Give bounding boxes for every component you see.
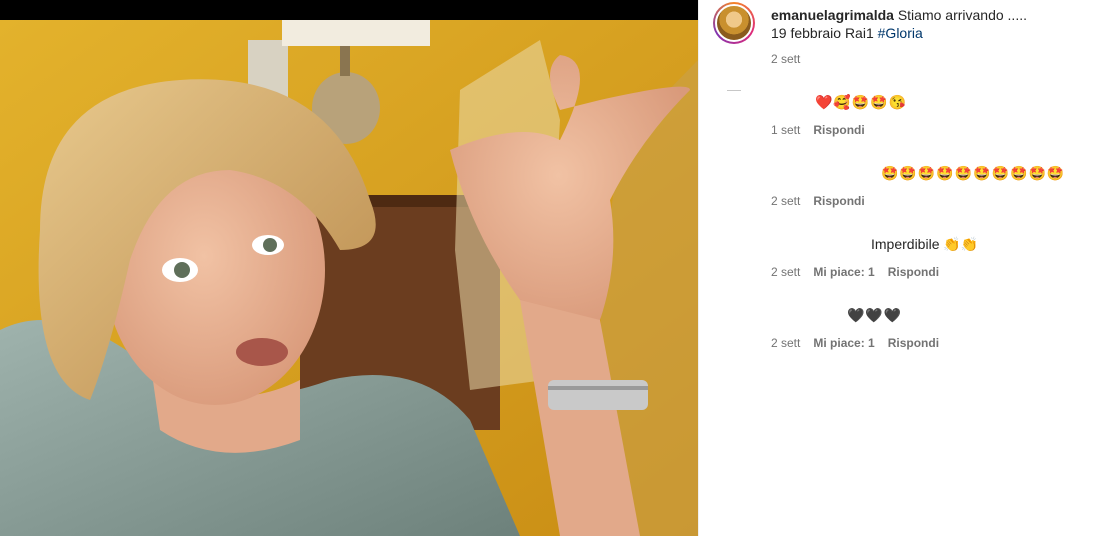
comment-4-time[interactable]: 2 sett: [771, 336, 800, 350]
post-time[interactable]: 2 sett: [771, 52, 800, 66]
comment-3-likes[interactable]: Mi piace: 1: [813, 265, 874, 279]
comment-3-time[interactable]: 2 sett: [771, 265, 800, 279]
comment-2-reply-button[interactable]: Rispondi: [813, 194, 864, 208]
caption-line-2: 19 febbraio Rai1: [771, 25, 874, 41]
selfie-photo-illustration: [0, 20, 698, 536]
profile-avatar-ring[interactable]: [713, 2, 755, 44]
caption-hashtag[interactable]: #Gloria: [878, 25, 923, 41]
comment-2-text: 🤩🤩🤩🤩🤩🤩🤩🤩🤩🤩: [881, 165, 1066, 181]
comment-1-time[interactable]: 1 sett: [771, 123, 800, 137]
comment-4-likes[interactable]: Mi piace: 1: [813, 336, 874, 350]
comment-1-meta: 1 sett Rispondi: [771, 123, 865, 137]
comment-1-reply-button[interactable]: Rispondi: [813, 123, 864, 137]
comment-2-time[interactable]: 2 sett: [771, 194, 800, 208]
post-meta: 2 sett: [771, 52, 800, 66]
comment-4-meta: 2 sett Mi piace: 1 Rispondi: [771, 336, 939, 350]
comment-1-text: ❤️🥰🤩🤩😘: [815, 94, 908, 110]
post-photo[interactable]: [0, 0, 698, 536]
post-caption: emanuelagrimalda Stiamo arrivando ..... …: [771, 6, 1091, 42]
comment-3-meta: 2 sett Mi piace: 1 Rispondi: [771, 265, 939, 279]
comments-panel: emanuelagrimalda Stiamo arrivando ..... …: [698, 0, 1100, 536]
caption-line-1: Stiamo arrivando .....: [897, 7, 1027, 23]
comment-2-meta: 2 sett Rispondi: [771, 194, 865, 208]
profile-avatar[interactable]: [715, 4, 753, 42]
comment-3-text: Imperdibile 👏👏: [871, 236, 979, 252]
comment-divider: [727, 90, 741, 91]
comment-3-reply-button[interactable]: Rispondi: [888, 265, 939, 279]
comment-4-text: 🖤🖤🖤: [847, 307, 903, 323]
comment-4-reply-button[interactable]: Rispondi: [888, 336, 939, 350]
post-username[interactable]: emanuelagrimalda: [771, 7, 894, 23]
